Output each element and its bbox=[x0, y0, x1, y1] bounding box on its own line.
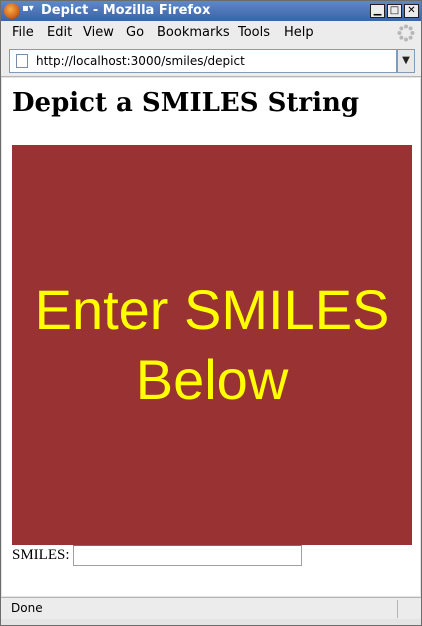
status-divider bbox=[397, 600, 398, 618]
depiction-placeholder-text: Enter SMILES Below bbox=[22, 275, 402, 415]
status-bar: Done bbox=[1, 597, 421, 619]
page-content: Depict a SMILES String Enter SMILES Belo… bbox=[2, 78, 420, 596]
depiction-line-2: Below bbox=[135, 348, 289, 411]
menu-tools[interactable]: Tools bbox=[238, 25, 270, 40]
dropdown-arrow-icon: ▼ bbox=[402, 55, 410, 66]
location-toolbar: http://localhost:3000/smiles/depict ▼ bbox=[1, 45, 421, 77]
minimize-icon: ▁ bbox=[373, 5, 382, 16]
depiction-line-1: Enter SMILES bbox=[34, 278, 390, 341]
menu-help[interactable]: Help bbox=[284, 25, 314, 40]
menu-bar: File Edit View Go Bookmarks Tools Help bbox=[1, 21, 421, 45]
title-bar: ▪▾ Depict - Mozilla Firefox ▁ □ ✕ bbox=[1, 1, 421, 21]
depiction-image: Enter SMILES Below bbox=[12, 145, 412, 545]
page-title: Depict a SMILES String bbox=[12, 88, 360, 118]
smiles-label: SMILES: bbox=[12, 547, 70, 563]
location-field[interactable]: http://localhost:3000/smiles/depict bbox=[9, 49, 397, 73]
location-dropdown-button[interactable]: ▼ bbox=[397, 49, 415, 73]
page-icon bbox=[16, 54, 28, 68]
status-text: Done bbox=[11, 601, 43, 615]
minimize-button[interactable]: ▁ bbox=[370, 4, 385, 18]
maximize-icon: □ bbox=[389, 5, 400, 16]
browser-window: ▪▾ Depict - Mozilla Firefox ▁ □ ✕ File E… bbox=[0, 0, 422, 626]
window-menu-arrow-icon[interactable]: ▪▾ bbox=[22, 3, 34, 14]
menu-bookmarks[interactable]: Bookmarks bbox=[157, 25, 230, 40]
firefox-logo-icon[interactable] bbox=[4, 3, 20, 19]
maximize-button[interactable]: □ bbox=[387, 4, 402, 18]
menu-edit[interactable]: Edit bbox=[47, 25, 72, 40]
menu-file[interactable]: File bbox=[12, 25, 34, 40]
throbber-icon bbox=[397, 24, 415, 42]
location-url[interactable]: http://localhost:3000/smiles/depict bbox=[36, 54, 245, 68]
smiles-input[interactable] bbox=[73, 545, 302, 566]
window-title: Depict - Mozilla Firefox bbox=[41, 3, 211, 18]
menu-view[interactable]: View bbox=[83, 25, 114, 40]
menu-go[interactable]: Go bbox=[126, 25, 144, 40]
close-button[interactable]: ✕ bbox=[404, 4, 419, 18]
close-icon: ✕ bbox=[407, 5, 416, 16]
